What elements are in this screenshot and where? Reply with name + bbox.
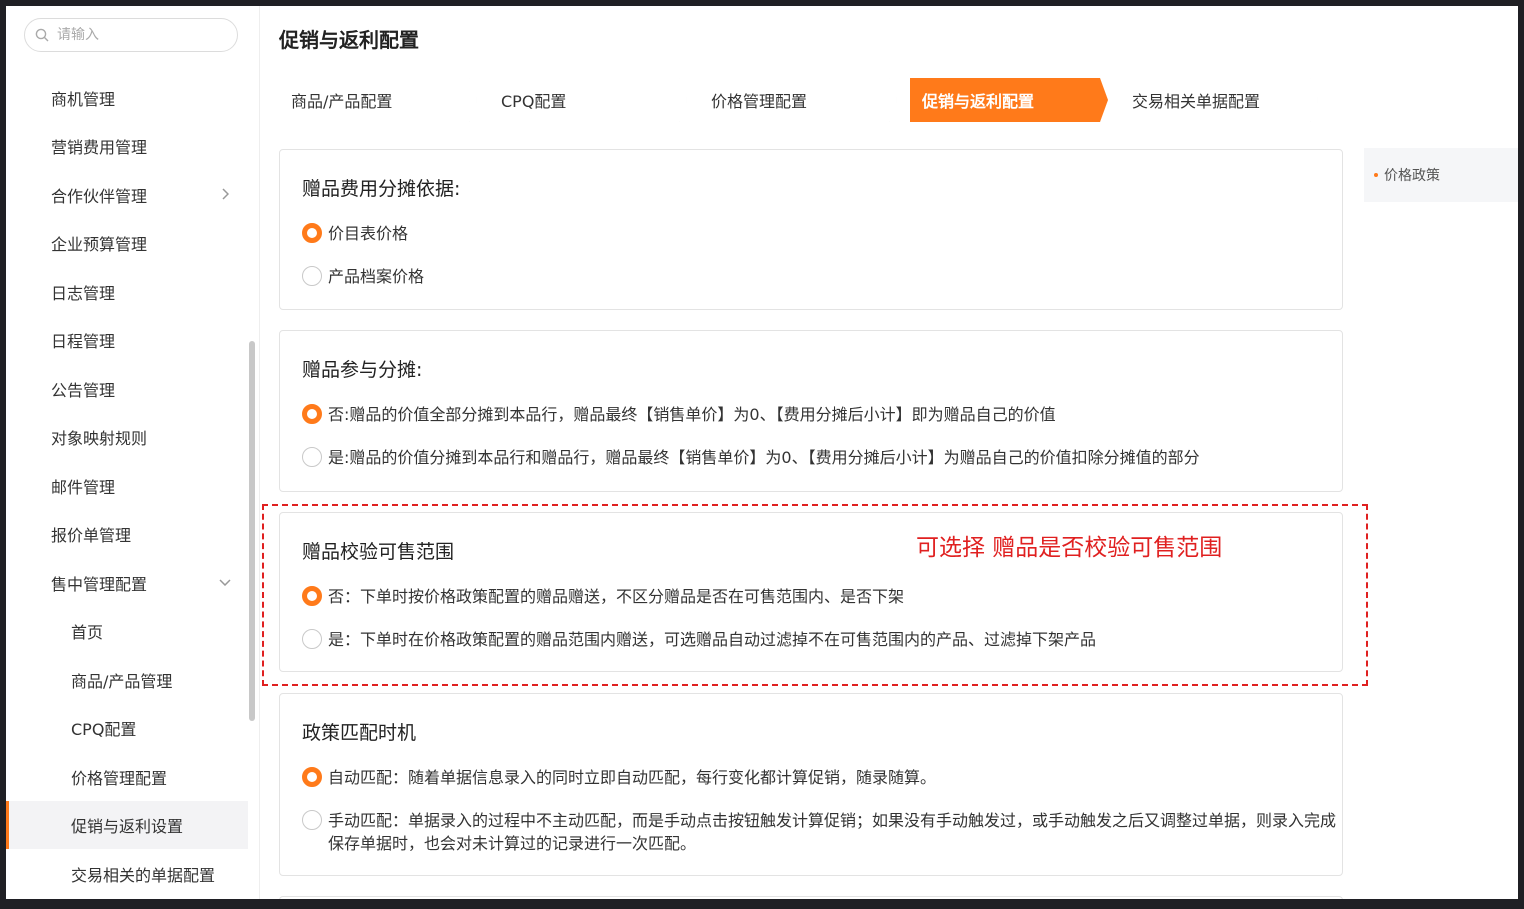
radio-option-manual-match[interactable]: 手动匹配：单据录入的过程中不主动匹配，而是手动点击按钮触发计算促销；如果没有手动… [302, 809, 1338, 855]
sidebar-item-label: 商品/产品管理 [71, 672, 173, 691]
chevron-right-icon [218, 187, 232, 201]
sidebar-subitem-cpq[interactable]: CPQ配置 [6, 704, 248, 752]
sidebar-subitem-home[interactable]: 首页 [6, 607, 248, 655]
sidebar-item-label: 营销费用管理 [51, 138, 148, 157]
app-window: 商机管理 营销费用管理 合作伙伴管理 企业预算管理 日志管理 日程管理 公告管理… [6, 6, 1518, 899]
sidebar-subitem-promotion[interactable]: 促销与返利设置 [6, 801, 248, 849]
option-label: 否:赠品的价值全部分摊到本品行，赠品最终【销售单价】为0、【费用分摊后小计】即为… [328, 405, 1056, 424]
sidebar-subitem-product[interactable]: 商品/产品管理 [6, 656, 248, 704]
sidebar-item-email[interactable]: 邮件管理 [6, 462, 248, 510]
radio-option-list-price[interactable]: 价目表价格 [302, 222, 1338, 245]
tab-promotion-config[interactable]: 促销与返利配置 [910, 78, 1108, 122]
sidebar-item-log[interactable]: 日志管理 [6, 268, 248, 316]
radio-option-auto-match[interactable]: 自动匹配：随着单据信息录入的同时立即自动匹配，每行变化都计算促销，随录随算。 [302, 766, 1338, 789]
section-title: 政策匹配时机 [302, 722, 417, 744]
sidebar-item-partner[interactable]: 合作伙伴管理 [6, 171, 248, 219]
tab-cpq-config[interactable]: CPQ配置 [489, 78, 687, 122]
search-box[interactable] [24, 18, 238, 52]
section-gift-cost-basis: 赠品费用分摊依据: 价目表价格 产品档案价格 [279, 149, 1343, 310]
tab-product-config[interactable]: 商品/产品配置 [279, 78, 477, 122]
sidebar-scrollbar[interactable] [249, 341, 255, 721]
sidebar-item-announcement[interactable]: 公告管理 [6, 365, 248, 413]
toc-label: 价格政策 [1384, 168, 1440, 184]
option-label: 自动匹配：随着单据信息录入的同时立即自动匹配，每行变化都计算促销，随录随算。 [328, 768, 937, 787]
sidebar-item-label: 报价单管理 [51, 526, 132, 545]
sidebar-item-budget[interactable]: 企业预算管理 [6, 219, 248, 267]
tab-label: 价格管理配置 [711, 92, 808, 111]
sidebar-item-label: 交易相关的单据配置 [71, 866, 216, 885]
sidebar-item-label: 日志管理 [51, 284, 116, 303]
radio-option-product-price[interactable]: 产品档案价格 [302, 265, 1338, 288]
sidebar-item-schedule[interactable]: 日程管理 [6, 316, 248, 364]
radio-unselected-icon[interactable] [302, 810, 322, 830]
tab-transaction-config[interactable]: 交易相关单据配置 [1120, 78, 1318, 122]
tab-label: 促销与返利配置 [922, 92, 1035, 111]
bullet-dot-icon [1374, 173, 1378, 177]
radio-selected-icon[interactable] [302, 767, 322, 787]
section-next-partial [279, 896, 1343, 899]
radio-unselected-icon[interactable] [302, 447, 322, 467]
radio-option-yes[interactable]: 是:赠品的价值分摊到本品行和赠品行，赠品最终【销售单价】为0、【费用分摊后小计】… [302, 446, 1338, 469]
sidebar-item-label: 商机管理 [51, 90, 116, 109]
toc-item-price-policy[interactable]: 价格政策 [1364, 148, 1518, 202]
search-icon [35, 28, 49, 42]
radio-selected-icon[interactable] [302, 404, 322, 424]
sidebar-item-object-mapping[interactable]: 对象映射规则 [6, 413, 248, 461]
sidebar-subitem-price[interactable]: 价格管理配置 [6, 753, 248, 801]
sidebar-subitem-transaction[interactable]: 交易相关的单据配置 [6, 850, 248, 898]
sidebar-item-label: 对象映射规则 [51, 429, 148, 448]
section-title: 赠品费用分摊依据: [302, 178, 461, 200]
sidebar-item-label: 价格管理配置 [71, 769, 168, 788]
sidebar-item-quote[interactable]: 报价单管理 [6, 510, 248, 558]
radio-selected-icon[interactable] [302, 223, 322, 243]
section-title: 赠品参与分摊: [302, 359, 423, 381]
sidebar-item-label: 促销与返利设置 [71, 817, 184, 836]
tab-price-config[interactable]: 价格管理配置 [699, 78, 897, 122]
sidebar-item-label: 公告管理 [51, 381, 116, 400]
annotation-text: 可选择 赠品是否校验可售范围 [916, 535, 1223, 561]
tab-label: CPQ配置 [501, 92, 567, 111]
radio-option-no[interactable]: 否:赠品的价值全部分摊到本品行，赠品最终【销售单价】为0、【费用分摊后小计】即为… [302, 403, 1338, 426]
tab-label: 商品/产品配置 [291, 92, 393, 111]
chevron-down-icon [218, 575, 232, 589]
sidebar-item-label: 合作伙伴管理 [51, 187, 148, 206]
sidebar-item-label: 首页 [71, 623, 104, 642]
sidebar-item-marketing-cost[interactable]: 营销费用管理 [6, 122, 248, 170]
sidebar: 商机管理 营销费用管理 合作伙伴管理 企业预算管理 日志管理 日程管理 公告管理… [6, 6, 260, 899]
sidebar-item-label: CPQ配置 [71, 720, 137, 739]
option-label: 是:赠品的价值分摊到本品行和赠品行，赠品最终【销售单价】为0、【费用分摊后小计】… [328, 448, 1200, 467]
sidebar-item-opportunity[interactable]: 商机管理 [6, 74, 248, 122]
section-gift-allocation: 赠品参与分摊: 否:赠品的价值全部分摊到本品行，赠品最终【销售单价】为0、【费用… [279, 330, 1343, 492]
sidebar-item-sales-config[interactable]: 售中管理配置 [6, 559, 248, 607]
search-input[interactable] [57, 27, 207, 43]
sidebar-item-label: 邮件管理 [51, 478, 116, 497]
option-label: 手动匹配：单据录入的过程中不主动匹配，而是手动点击按钮触发计算促销；如果没有手动… [328, 811, 1337, 853]
sidebar-item-label: 日程管理 [51, 332, 116, 351]
option-label: 价目表价格 [328, 224, 409, 243]
page-title: 促销与返利配置 [279, 28, 419, 52]
sidebar-item-label: 售中管理配置 [51, 575, 148, 594]
sidebar-item-label: 企业预算管理 [51, 235, 148, 254]
radio-unselected-icon[interactable] [302, 266, 322, 286]
section-policy-match-timing: 政策匹配时机 自动匹配：随着单据信息录入的同时立即自动匹配，每行变化都计算促销，… [279, 693, 1343, 876]
option-label: 产品档案价格 [328, 267, 425, 286]
tab-label: 交易相关单据配置 [1132, 92, 1261, 111]
